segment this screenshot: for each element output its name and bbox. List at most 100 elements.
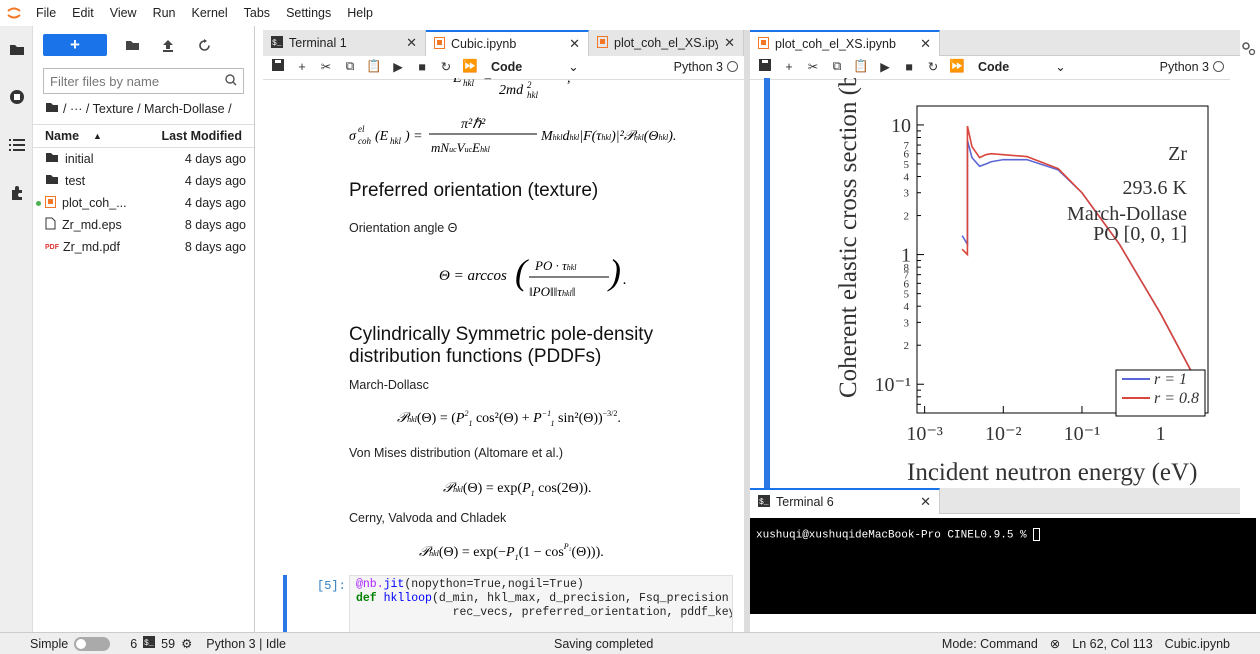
paste-icon[interactable]: 📋 [852,59,870,74]
new-folder-icon[interactable] [121,34,143,56]
refresh-icon[interactable] [193,34,215,56]
file-filter-input[interactable]: Filter files by name [43,68,244,94]
menu-view[interactable]: View [102,6,145,20]
sort-ascending-icon[interactable]: ▲ [93,131,102,141]
kernel-indicator[interactable]: Python 3 [1160,60,1224,74]
close-icon[interactable]: ✕ [724,35,735,51]
code-cell[interactable]: [5]: @nb.jit(nopython=True,nogil=True) d… [283,575,733,632]
simple-mode-toggle[interactable] [74,636,111,651]
code-text: (d_min, hkl_max, d_precision, Fsq_precis… [431,592,729,605]
y-tick-label: 10⁻¹ [874,374,911,396]
kernel-status[interactable]: Python 3 | Idle [206,637,286,651]
svg-text:coh: coh [358,136,371,146]
breadcrumb-path[interactable]: / ··· / Texture / March-Dollase / [63,102,232,116]
kernel-indicator[interactable]: Python 3 [674,60,738,74]
breadcrumb[interactable]: / ··· / Texture / March-Dollase / [33,94,254,124]
svg-text:Mhkldhkl|F(τhkl)|²𝒫hkl(Θhkl).: Mhkldhkl|F(τhkl)|²𝒫hkl(Θhkl). [540,129,676,144]
y-minor-tick-label: 3 [904,317,910,329]
file-row-eps[interactable]: Zr_md.eps 8 days ago [33,214,254,236]
kernel-status-icon [1213,61,1224,72]
menu-file[interactable]: File [28,6,64,20]
running-icon[interactable] [0,82,33,112]
menu-settings[interactable]: Settings [278,6,339,20]
plot-output: 10 1 10⁻¹ 2 3 4 5 6 7 2 3 4 5 6 7 8 10⁻³ 10⁻² 10⁻¹ 1 Coheren… [750,78,1240,488]
copy-icon[interactable]: ⧉ [828,59,846,74]
add-cell-icon[interactable]: + [780,60,798,74]
chevron-down-icon[interactable]: ⌄ [568,59,578,74]
upload-icon[interactable] [157,34,179,56]
cut-icon[interactable]: ✂ [317,59,335,74]
file-icon [45,217,56,233]
terminal-count[interactable]: 59 [161,637,175,651]
restart-icon[interactable]: ↻ [924,59,942,74]
close-icon[interactable]: ✕ [920,36,931,52]
run-icon[interactable]: ▶ [389,59,407,74]
terminal-screen[interactable]: xushuqi@xushuqideMacBook-Pro CINEL0.9.5 … [750,518,1256,614]
plot-frame [916,105,1209,414]
y-minor-tick-label: 2 [904,340,910,352]
stop-icon[interactable]: ■ [413,60,431,74]
extension-icon[interactable] [0,178,33,208]
cell-prompt: [5]: [317,579,346,593]
add-cell-icon[interactable]: + [293,60,311,74]
equation-theta: Θ = arccos ( PO · τhkl ‖PO‖‖τhkl‖ ) . [439,244,639,313]
menu-run[interactable]: Run [145,6,184,20]
close-icon[interactable]: ✕ [406,35,417,51]
cursor-position[interactable]: Ln 62, Col 113 [1072,637,1152,651]
file-row-initial[interactable]: initial 4 days ago [33,148,254,170]
new-launcher-button[interactable]: + [43,34,107,56]
log-console-icon[interactable]: ⊗ [1050,636,1060,651]
y-minor-tick-label: 8 [904,262,910,274]
property-inspector-gear-icon[interactable] [1240,40,1256,59]
file-row-test[interactable]: test 4 days ago [33,170,254,192]
cell-type-select[interactable]: Code [491,60,522,74]
kernel-count[interactable]: 6 [130,637,137,651]
folder-icon [45,152,59,166]
terminal-prompt: xushuqi@xushuqideMacBook-Pro CINEL0.9.5 … [756,529,1034,542]
tab-label: Cubic.ipynb [451,37,517,51]
equation-march-dollase: 𝒫hkl(Θ) = (P21 cos²(Θ) + P−11 sin²(Θ))−3… [397,404,697,435]
fast-forward-icon[interactable]: ⏩ [948,59,966,74]
simple-mode-label: Simple [30,636,69,651]
column-modified-header[interactable]: Last Modified [161,129,242,143]
tab-terminal-6[interactable]: $_ Terminal 6 ✕ [750,488,940,514]
save-icon[interactable] [756,59,774,74]
file-modified: 8 days ago [184,218,246,232]
tab-terminal-1[interactable]: $_ Terminal 1 ✕ [263,30,426,56]
restart-icon[interactable]: ↻ [437,59,455,74]
menu-help[interactable]: Help [339,6,381,20]
code-editor[interactable]: @nb.jit(nopython=True,nogil=True) def hk… [349,575,733,632]
y-minor-tick-label: 3 [904,188,910,200]
run-icon[interactable]: ▶ [876,59,894,74]
tab-label: plot_coh_el_XS.ipynb [614,36,718,50]
terminal-icon: $_ [271,35,283,51]
column-name-header[interactable]: Name [45,129,79,143]
tab-cubic-notebook[interactable]: Cubic.ipynb ✕ [426,30,589,56]
file-list-header: Name ▲ Last Modified [33,124,254,148]
text-orientation-angle: Orientation angle Θ [349,221,458,235]
folder-icon[interactable] [45,102,59,116]
copy-icon[interactable]: ⧉ [341,59,359,74]
tab-plot-notebook-right[interactable]: plot_coh_el_XS.ipynb ✕ [750,30,940,56]
paste-icon[interactable]: 📋 [365,59,383,74]
folder-icon[interactable] [0,34,33,64]
y-axis-label: Coherent elastic cross section (barn) [835,78,862,398]
menu-tabs[interactable]: Tabs [236,6,278,20]
stop-icon[interactable]: ■ [900,60,918,74]
file-row-plot-notebook[interactable]: plot_coh_... 4 days ago [33,192,254,214]
file-modified: 8 days ago [184,240,246,254]
menu-edit[interactable]: Edit [64,6,102,20]
cell-type-select[interactable]: Code [978,60,1009,74]
toc-icon[interactable] [0,130,33,160]
fast-forward-icon[interactable]: ⏩ [461,59,479,74]
close-icon[interactable]: ✕ [920,494,931,510]
close-icon[interactable]: ✕ [569,36,580,52]
file-row-pdf[interactable]: PDF Zr_md.pdf 8 days ago [33,236,254,258]
save-icon[interactable] [269,59,287,74]
tab-plot-notebook[interactable]: plot_coh_el_XS.ipynb ✕ [589,30,744,56]
chevron-down-icon[interactable]: ⌄ [1055,59,1065,74]
cut-icon[interactable]: ✂ [804,59,822,74]
menu-kernel[interactable]: Kernel [184,6,236,20]
legend-label-0: r = 1 [1154,371,1187,388]
svg-text:): ) [607,252,621,292]
